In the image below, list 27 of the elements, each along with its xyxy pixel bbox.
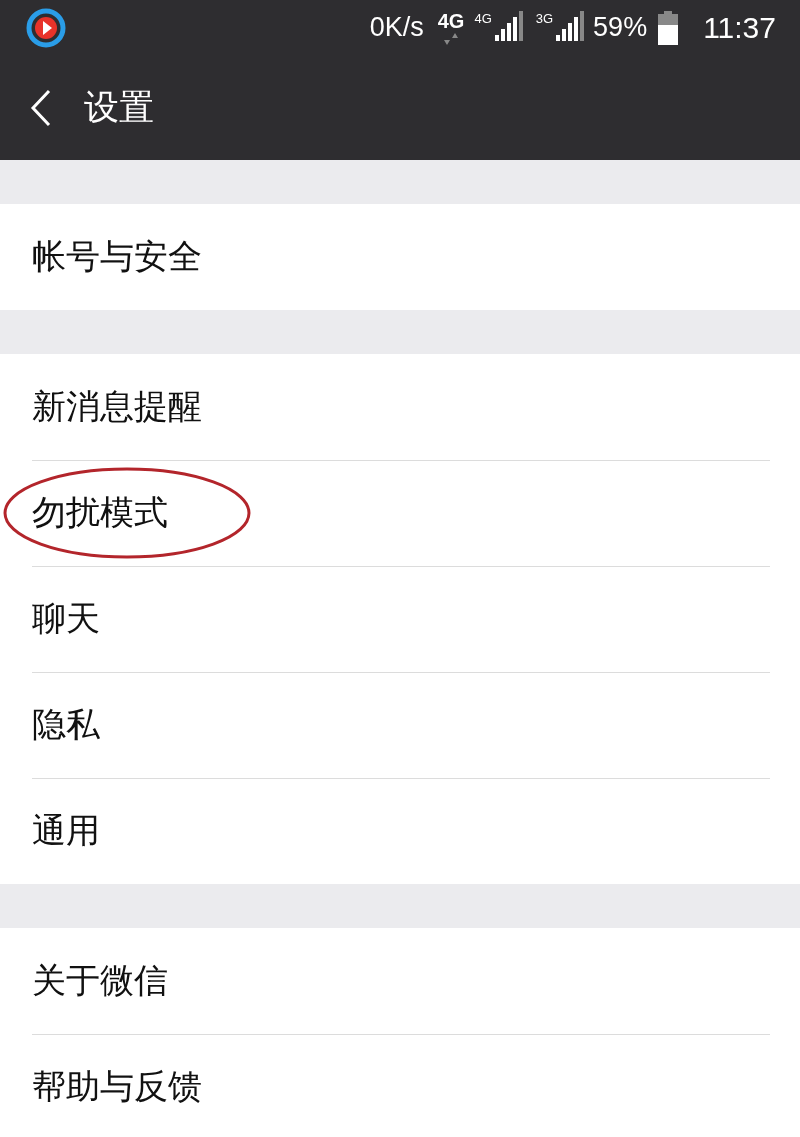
app-logo-icon [26,7,66,48]
item-label: 隐私 [32,703,100,746]
back-icon[interactable] [30,88,52,127]
network-type: 3G [535,10,554,26]
item-label: 帮助与反馈 [32,1065,202,1108]
item-label: 勿扰模式 [32,491,168,534]
settings-item[interactable]: 通用 [0,778,800,884]
battery-icon [657,10,680,45]
settings-item[interactable]: 聊天 [0,566,800,672]
settings-item[interactable]: 关于微信 [0,928,800,1034]
network-type: 4G [437,10,465,33]
item-label: 关于微信 [32,959,168,1002]
clock: 11:37 [703,10,776,45]
settings-item[interactable]: 隐私 [0,672,800,778]
settings-item[interactable]: 帮助与反馈 [0,1034,800,1137]
network-type: 4G [474,10,492,26]
item-label: 聊天 [32,597,100,640]
page-title: 设置 [84,86,154,129]
network-speed: 0K/s [369,12,424,43]
data-transfer-icon [443,33,460,45]
item-label: 通用 [32,809,100,852]
settings-item[interactable]: 新消息提醒 [0,354,800,460]
battery-percent: 59% [593,12,648,43]
item-label: 帐号与安全 [32,235,202,278]
settings-item[interactable]: 帐号与安全 [0,204,800,310]
item-label: 新消息提醒 [32,385,202,428]
settings-item[interactable]: 勿扰模式 [0,460,800,566]
